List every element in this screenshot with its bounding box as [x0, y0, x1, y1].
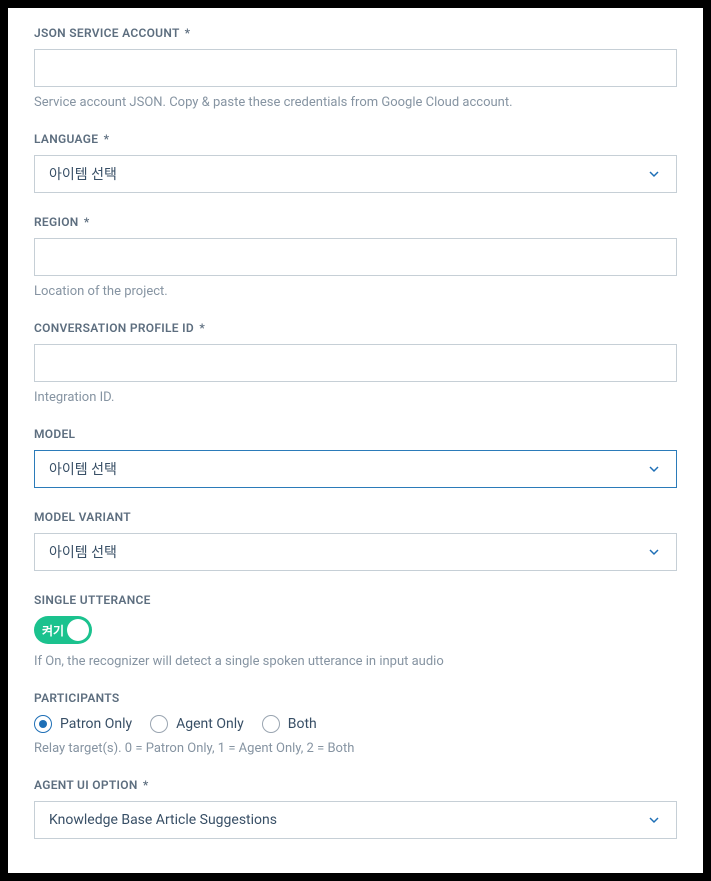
- region-field: REGION * Location of the project.: [34, 215, 677, 299]
- single-utterance-helper: If On, the recognizer will detect a sing…: [34, 654, 677, 669]
- required-mark: *: [104, 132, 110, 146]
- select-value: 아이템 선택: [49, 542, 117, 562]
- select-value: Knowledge Base Article Suggestions: [49, 812, 277, 828]
- radio-label: Patron Only: [60, 716, 132, 732]
- radio-icon: [262, 715, 280, 733]
- json-service-account-field: JSON SERVICE ACCOUNT * Service account J…: [34, 26, 677, 110]
- label-text: AGENT UI OPTION: [34, 778, 138, 792]
- language-label: LANGUAGE *: [34, 132, 677, 146]
- required-mark: *: [199, 321, 205, 335]
- region-helper: Location of the project.: [34, 284, 677, 299]
- toggle-knob: [67, 619, 89, 641]
- single-utterance-toggle[interactable]: 켜기: [34, 616, 92, 644]
- conversation-profile-helper: Integration ID.: [34, 390, 677, 405]
- language-field: LANGUAGE * 아이템 선택: [34, 132, 677, 193]
- region-input[interactable]: [34, 238, 677, 276]
- conversation-profile-field: CONVERSATION PROFILE ID * Integration ID…: [34, 321, 677, 405]
- model-select[interactable]: 아이템 선택: [34, 450, 677, 488]
- required-mark: *: [185, 26, 191, 40]
- model-label: MODEL: [34, 427, 677, 441]
- model-variant-field: MODEL VARIANT 아이템 선택: [34, 510, 677, 571]
- chevron-down-icon: [646, 461, 662, 477]
- agent-ui-option-label: AGENT UI OPTION *: [34, 778, 677, 792]
- label-text: LANGUAGE: [34, 132, 98, 146]
- json-service-account-helper: Service account JSON. Copy & paste these…: [34, 95, 677, 110]
- radio-agent-only[interactable]: Agent Only: [150, 715, 244, 733]
- region-label: REGION *: [34, 215, 677, 229]
- label-text: CONVERSATION PROFILE ID: [34, 321, 194, 335]
- language-select[interactable]: 아이템 선택: [34, 155, 677, 193]
- radio-icon: [150, 715, 168, 733]
- label-text: REGION: [34, 215, 79, 229]
- radio-both[interactable]: Both: [262, 715, 317, 733]
- form-panel: JSON SERVICE ACCOUNT * Service account J…: [8, 8, 703, 873]
- agent-ui-option-field: AGENT UI OPTION * Knowledge Base Article…: [34, 778, 677, 839]
- single-utterance-label: SINGLE UTTERANCE: [34, 593, 677, 607]
- participants-field: PARTICIPANTS Patron Only Agent Only Both…: [34, 691, 677, 756]
- single-utterance-field: SINGLE UTTERANCE 켜기 If On, the recognize…: [34, 593, 677, 669]
- radio-label: Both: [288, 716, 317, 732]
- required-mark: *: [84, 215, 90, 229]
- model-variant-label: MODEL VARIANT: [34, 510, 677, 524]
- chevron-down-icon: [646, 812, 662, 828]
- json-service-account-label: JSON SERVICE ACCOUNT *: [34, 26, 677, 40]
- model-variant-select[interactable]: 아이템 선택: [34, 533, 677, 571]
- conversation-profile-label: CONVERSATION PROFILE ID *: [34, 321, 677, 335]
- toggle-text: 켜기: [42, 622, 64, 639]
- required-mark: *: [143, 778, 149, 792]
- conversation-profile-input[interactable]: [34, 344, 677, 382]
- agent-ui-option-select[interactable]: Knowledge Base Article Suggestions: [34, 801, 677, 839]
- json-service-account-input[interactable]: [34, 49, 677, 87]
- chevron-down-icon: [646, 544, 662, 560]
- participants-label: PARTICIPANTS: [34, 691, 677, 705]
- chevron-down-icon: [646, 166, 662, 182]
- select-value: 아이템 선택: [49, 459, 117, 479]
- radio-icon: [34, 715, 52, 733]
- radio-label: Agent Only: [176, 716, 244, 732]
- label-text: JSON SERVICE ACCOUNT: [34, 26, 179, 40]
- participants-helper: Relay target(s). 0 = Patron Only, 1 = Ag…: [34, 741, 677, 756]
- model-field: MODEL 아이템 선택: [34, 427, 677, 488]
- participants-radio-group: Patron Only Agent Only Both: [34, 715, 677, 733]
- select-value: 아이템 선택: [49, 164, 117, 184]
- radio-patron-only[interactable]: Patron Only: [34, 715, 132, 733]
